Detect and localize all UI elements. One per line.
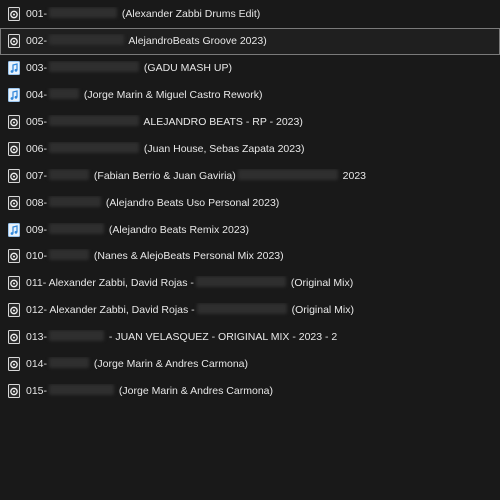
file-name: 010- (Nanes & AlejoBeats Personal Mix 20… bbox=[26, 249, 284, 263]
file-name: 008- (Alejandro Beats Uso Personal 2023) bbox=[26, 195, 280, 210]
file-name: 004- (Jorge Marin & Miguel Castro Rework… bbox=[26, 88, 262, 102]
file-name-suffix: (Fabian Berrio & Juan Gaviria) bbox=[91, 169, 236, 182]
file-name-suffix: ALEJANDRO BEATS - RP - 2023) bbox=[141, 116, 303, 128]
file-name: 013- - JUAN VELASQUEZ - ORIGINAL MIX - 2… bbox=[26, 330, 337, 344]
file-name-prefix: 002- bbox=[26, 35, 48, 48]
audio-file-icon bbox=[7, 357, 21, 372]
file-name: 001- (Alexander Zabbi Drums Edit) bbox=[26, 7, 260, 21]
file-name-suffix: (Juan House, Sebas Zapata 2023) bbox=[141, 142, 305, 155]
audio-file-icon bbox=[7, 141, 21, 156]
audio-file-icon bbox=[7, 168, 21, 183]
audio-file-icon bbox=[7, 303, 21, 318]
file-name-prefix: 009- bbox=[26, 223, 48, 236]
file-name-suffix: (Jorge Marin & Andres Carmona) bbox=[91, 358, 248, 371]
file-name: 002- AlejandroBeats Groove 2023) bbox=[26, 34, 267, 48]
file-row[interactable]: 003- (GADU MASH UP) bbox=[0, 55, 500, 82]
file-name-prefix: 006- bbox=[26, 142, 48, 155]
redacted-text bbox=[49, 88, 80, 100]
audio-file-icon bbox=[7, 34, 21, 49]
audio-file-icon bbox=[7, 276, 21, 291]
file-name: 015- (Jorge Marin & Andres Carmona) bbox=[26, 383, 273, 398]
redacted-text bbox=[49, 222, 105, 234]
redacted-text bbox=[49, 61, 140, 73]
audio-file-icon bbox=[7, 195, 21, 210]
file-row[interactable]: 014- (Jorge Marin & Andres Carmona) bbox=[0, 351, 500, 378]
file-name-suffix: (Alejandro Beats Uso Personal 2023) bbox=[103, 196, 280, 209]
file-row[interactable]: 006- (Juan House, Sebas Zapata 2023) bbox=[0, 135, 500, 162]
audio-file-icon bbox=[7, 249, 21, 264]
file-row[interactable]: 002- AlejandroBeats Groove 2023) bbox=[0, 27, 500, 55]
redacted-text bbox=[237, 168, 338, 180]
redacted-text bbox=[195, 276, 286, 288]
file-name-prefix: 008- bbox=[26, 196, 48, 209]
file-name-suffix: (Alejandro Beats Remix 2023) bbox=[106, 223, 250, 236]
redacted-text bbox=[196, 303, 287, 315]
file-name: 007- (Fabian Berrio & Juan Gaviria) 2023 bbox=[26, 168, 367, 183]
file-row[interactable]: 009- (Alejandro Beats Remix 2023) bbox=[0, 216, 500, 243]
file-name: 014- (Jorge Marin & Andres Carmona) bbox=[26, 357, 248, 371]
redacted-text bbox=[49, 383, 115, 395]
file-row[interactable]: 010- (Nanes & AlejoBeats Personal Mix 20… bbox=[0, 243, 500, 270]
music-file-icon bbox=[7, 61, 21, 76]
file-name: 012- Alexander Zabbi, David Rojas - (Ori… bbox=[26, 303, 354, 317]
audio-file-icon bbox=[7, 330, 21, 345]
file-row[interactable]: 015- (Jorge Marin & Andres Carmona) bbox=[0, 377, 500, 404]
music-file-icon bbox=[7, 222, 21, 237]
redacted-text bbox=[49, 7, 118, 19]
file-row[interactable]: 007- (Fabian Berrio & Juan Gaviria) 2023 bbox=[0, 162, 500, 189]
file-name-suffix: (GADU MASH UP) bbox=[141, 62, 233, 75]
file-name-suffix: AlejandroBeats Groove 2023) bbox=[126, 35, 267, 48]
file-name-suffix: (Original Mix) bbox=[288, 304, 355, 317]
audio-file-icon bbox=[7, 115, 21, 129]
file-name-suffix: (Original Mix) bbox=[287, 277, 354, 290]
file-name: 011- Alexander Zabbi, David Rojas - (Ori… bbox=[26, 276, 353, 290]
file-row[interactable]: 005- ALEJANDRO BEATS - RP - 2023) bbox=[0, 109, 500, 136]
file-row[interactable]: 011- Alexander Zabbi, David Rojas - (Ori… bbox=[0, 270, 500, 297]
file-name-prefix: 012- Alexander Zabbi, David Rojas - bbox=[26, 304, 195, 317]
file-name-suffix: (Jorge Marin & Andres Carmona) bbox=[116, 384, 273, 397]
file-name: 005- ALEJANDRO BEATS - RP - 2023) bbox=[26, 115, 303, 129]
file-name-prefix: 014- bbox=[26, 358, 48, 371]
file-name-prefix: 015- bbox=[26, 384, 48, 397]
file-name: 006- (Juan House, Sebas Zapata 2023) bbox=[26, 141, 305, 156]
redacted-text bbox=[49, 195, 102, 207]
redacted-text bbox=[49, 357, 90, 369]
file-row[interactable]: 004- (Jorge Marin & Miguel Castro Rework… bbox=[0, 82, 500, 109]
redacted-text bbox=[49, 141, 140, 153]
file-row[interactable]: 012- Alexander Zabbi, David Rojas - (Ori… bbox=[0, 297, 500, 324]
music-file-icon bbox=[7, 88, 21, 103]
redacted-text bbox=[49, 115, 140, 126]
file-name: 009- (Alejandro Beats Remix 2023) bbox=[26, 222, 250, 237]
file-name-prefix: 013- bbox=[26, 331, 48, 344]
file-row[interactable]: 001- (Alexander Zabbi Drums Edit) bbox=[0, 1, 500, 28]
file-name-prefix: 004- bbox=[26, 89, 48, 102]
file-name-prefix: 010- bbox=[26, 250, 48, 263]
file-name-suffix-2: 2023 bbox=[339, 169, 367, 182]
file-name: 003- (GADU MASH UP) bbox=[26, 61, 232, 75]
redacted-text bbox=[49, 168, 90, 180]
file-name-prefix: 001- bbox=[26, 8, 48, 21]
redacted-text bbox=[49, 330, 105, 342]
redacted-text bbox=[49, 34, 125, 46]
audio-file-icon bbox=[7, 383, 21, 398]
file-name-suffix: (Nanes & AlejoBeats Personal Mix 2023) bbox=[91, 250, 284, 263]
file-row[interactable]: 013- - JUAN VELASQUEZ - ORIGINAL MIX - 2… bbox=[0, 324, 500, 351]
file-name-prefix: 007- bbox=[26, 169, 48, 182]
file-name-suffix: - JUAN VELASQUEZ - ORIGINAL MIX - 2023 -… bbox=[106, 331, 338, 344]
redacted-text bbox=[49, 249, 90, 261]
file-name-prefix: 005- bbox=[26, 116, 48, 128]
file-name-prefix: 011- Alexander Zabbi, David Rojas - bbox=[26, 277, 194, 290]
file-name-suffix: (Alexander Zabbi Drums Edit) bbox=[119, 8, 261, 21]
file-name-suffix: (Jorge Marin & Miguel Castro Rework) bbox=[81, 89, 263, 102]
file-row[interactable]: 008- (Alejandro Beats Uso Personal 2023) bbox=[0, 189, 500, 216]
file-list: 001- (Alexander Zabbi Drums Edit) 002- Al… bbox=[0, 0, 500, 500]
file-name-prefix: 003- bbox=[26, 62, 48, 75]
audio-file-icon bbox=[7, 7, 21, 22]
